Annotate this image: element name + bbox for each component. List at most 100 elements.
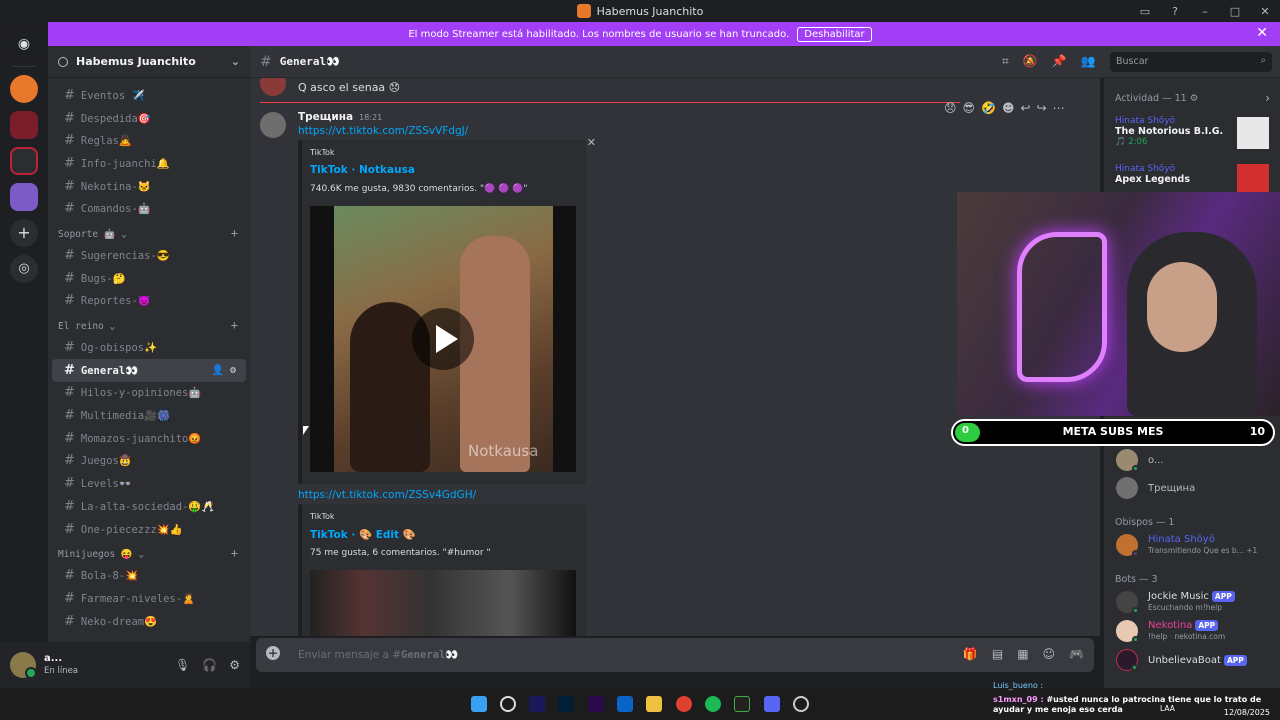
server-icon-4[interactable] xyxy=(10,183,38,211)
reaction-cool-icon[interactable]: 😎 xyxy=(963,101,976,115)
play-button[interactable] xyxy=(412,308,474,370)
emoji-icon[interactable]: ☺ xyxy=(1043,647,1056,661)
channel-one-piece[interactable]: # One-piecezzz💥👍 xyxy=(52,518,246,541)
minimize-button[interactable]: – xyxy=(1190,5,1220,18)
video-thumbnail[interactable] xyxy=(310,570,576,636)
help-icon[interactable]: ? xyxy=(1160,5,1190,18)
member-item[interactable]: UnbelievaBoat APP xyxy=(1116,649,1247,671)
channel-bugs[interactable]: # Bugs-🤔 xyxy=(52,267,246,290)
embed-title-link[interactable]: TikTok · Notkausa xyxy=(310,164,415,176)
close-icon[interactable]: ✕ xyxy=(1256,25,1268,41)
after-effects-icon[interactable] xyxy=(529,696,545,712)
server-header[interactable]: Habemus Juanchito ⌄ xyxy=(48,46,250,78)
chevron-right-icon[interactable]: › xyxy=(1265,91,1270,105)
discord-icon[interactable] xyxy=(764,696,780,712)
category-minijuegos[interactable]: Minijuegos 😝 ⌄ + xyxy=(48,540,250,564)
user-info[interactable]: a... En línea xyxy=(44,653,78,677)
gift-icon[interactable]: 🎁 xyxy=(963,647,978,661)
member-item[interactable]: Jockie Music APP Escuchando m!help xyxy=(1116,591,1235,614)
channel-la-alta-sociedad[interactable]: # La-alta-sociedad-🤑🥂 xyxy=(52,495,246,518)
terminal-icon[interactable] xyxy=(734,696,750,712)
member-item[interactable]: Hinata Shōyō Transmitiendo Que es b... +… xyxy=(1116,534,1257,557)
add-reaction-icon[interactable]: ☻ xyxy=(1002,101,1015,115)
reaction-laugh-icon[interactable]: 🤣 xyxy=(981,101,996,115)
windows-start-icon[interactable] xyxy=(471,696,487,712)
channel-multimedia[interactable]: # Multimedia🎥🎆 xyxy=(52,404,246,427)
category-el-reino[interactable]: El reino ⌄ + xyxy=(48,312,250,336)
channel-juegos[interactable]: # Juegos🤠 xyxy=(52,450,246,473)
channel-nekotina[interactable]: # Nekotina-🐱 xyxy=(52,175,246,198)
video-thumbnail[interactable]: Notkausa xyxy=(310,206,576,472)
photoshop-icon[interactable] xyxy=(558,696,574,712)
more-icon[interactable]: ⋯ xyxy=(1053,101,1065,115)
server-icon-3[interactable] xyxy=(10,147,38,175)
avatar[interactable] xyxy=(10,652,37,679)
system-clock[interactable]: 12/08/2025 xyxy=(1224,698,1270,718)
sticker-icon[interactable]: ▦ xyxy=(1017,647,1028,661)
server-icon-habemus[interactable] xyxy=(10,75,38,103)
channel-sugerencias[interactable]: # Sugerencias-😎 xyxy=(52,244,246,267)
disable-streamer-button[interactable]: Deshabilitar xyxy=(797,26,872,42)
reply-icon[interactable]: ↩ xyxy=(1021,101,1031,115)
add-channel-icon[interactable]: + xyxy=(231,546,238,560)
maximize-button[interactable]: □ xyxy=(1220,5,1250,18)
language-indicator[interactable]: LAA xyxy=(1160,704,1175,713)
message-link[interactable]: https://vt.tiktok.com/ZSSv4GdGH/ xyxy=(298,489,476,501)
microphone-icon[interactable]: 🎙 xyxy=(175,658,190,672)
channel-levels[interactable]: # Levels👓 xyxy=(52,472,246,495)
channel-info-juanchi[interactable]: # Info-juanchi🔔 xyxy=(52,152,246,175)
message-link[interactable]: https://vt.tiktok.com/ZSSvVFdgJ/ xyxy=(298,125,468,137)
discord-home-icon[interactable]: ◉ xyxy=(10,30,38,58)
mute-bell-icon[interactable]: 🔕 xyxy=(1023,54,1038,69)
channel-hilos[interactable]: # Hilos-y-opiniones🤖 xyxy=(52,382,246,405)
member-item[interactable]: Nekotina APP !help · nekotina.com xyxy=(1116,620,1225,643)
message-composer[interactable]: + Enviar mensaje a #General👀 🎁 ▤ ▦ ☺ 🎮 xyxy=(256,638,1094,672)
avatar[interactable] xyxy=(260,112,286,138)
close-window-button[interactable]: ✕ xyxy=(1250,5,1280,18)
member-item[interactable]: Трещина xyxy=(1116,477,1195,499)
gear-icon[interactable]: ⚙ xyxy=(230,365,236,376)
outlook-icon[interactable] xyxy=(617,696,633,712)
apps-icon[interactable]: 🎮 xyxy=(1069,647,1084,661)
invite-icon[interactable]: 👤 xyxy=(211,365,223,376)
pin-icon[interactable]: 📌 xyxy=(1052,54,1067,69)
premiere-icon[interactable] xyxy=(588,696,604,712)
channel-farmear-niveles[interactable]: # Farmear-niveles-🙎 xyxy=(52,587,246,610)
upload-plus-icon[interactable]: + xyxy=(266,646,280,660)
reaction-sad-icon[interactable]: 😞 xyxy=(944,101,957,115)
spotify-icon[interactable] xyxy=(705,696,721,712)
channel-bola-8[interactable]: # Bola-8-💥 xyxy=(52,564,246,587)
chrome-icon[interactable] xyxy=(676,696,692,712)
avatar[interactable] xyxy=(260,78,286,96)
threads-icon[interactable]: ⌗ xyxy=(1002,54,1009,69)
channel-despedida[interactable]: # Despedida🎯 xyxy=(52,107,246,130)
channel-momazos[interactable]: # Momazos-juanchito😡 xyxy=(52,427,246,450)
activity-item[interactable]: Hinata Shōyō Apex Legends xyxy=(1115,164,1190,185)
message-author[interactable]: Трещина 18:21 xyxy=(298,111,382,123)
channel-general[interactable]: # General👀 👤 ⚙ xyxy=(52,358,246,382)
close-icon[interactable]: ✕ xyxy=(587,136,596,149)
category-soporte[interactable]: Soporte 🤖 ⌄ + xyxy=(48,220,250,244)
gear-icon[interactable]: ⚙ xyxy=(229,658,240,672)
explore-icon[interactable]: ◎ xyxy=(10,255,38,283)
channel-reportes[interactable]: # Reportes-👿 xyxy=(52,290,246,313)
file-explorer-icon[interactable] xyxy=(646,696,662,712)
embed-title-link[interactable]: TikTok · 🎨 Edit 🎨 xyxy=(310,528,416,541)
server-icon-2[interactable] xyxy=(10,111,38,139)
member-item[interactable]: o... xyxy=(1116,449,1163,472)
activity-item[interactable]: Hinata Shōyō The Notorious B.I.G. 🎵 2:06 xyxy=(1115,116,1223,147)
member-list-icon[interactable]: 👥 xyxy=(1081,54,1096,69)
add-server-icon[interactable]: + xyxy=(10,219,38,247)
channel-og-obispos[interactable]: # Og-obispos✨ xyxy=(52,336,246,359)
channel-comandos[interactable]: # Comandos-🤖 xyxy=(52,197,246,220)
obs-icon[interactable] xyxy=(793,696,809,712)
add-channel-icon[interactable]: + xyxy=(231,226,238,240)
channel-reglas[interactable]: # Reglas🙇 xyxy=(52,129,246,152)
search-icon[interactable] xyxy=(500,696,516,712)
add-channel-icon[interactable]: + xyxy=(231,318,238,332)
forward-icon[interactable]: ↪ xyxy=(1037,101,1047,115)
inbox-icon[interactable]: ▭ xyxy=(1130,5,1160,18)
search-input[interactable]: Buscar ⌕ xyxy=(1110,52,1272,72)
headphones-icon[interactable]: 🎧 xyxy=(202,658,217,672)
gif-icon[interactable]: ▤ xyxy=(992,647,1003,661)
